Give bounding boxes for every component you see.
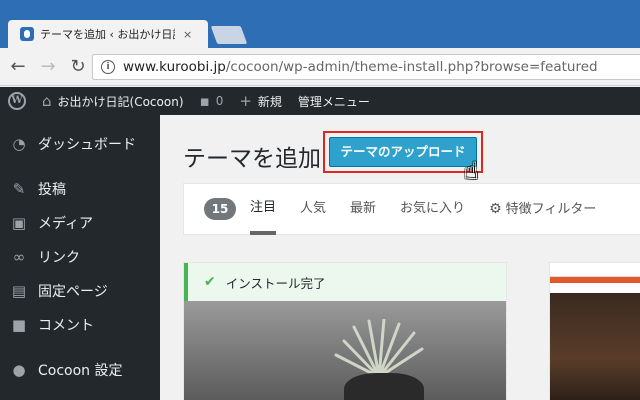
page-icon: ▤ bbox=[11, 282, 27, 300]
sidebar-item-posts[interactable]: ✎ 投稿 bbox=[0, 172, 160, 206]
tab-popular[interactable]: 人気 bbox=[300, 183, 326, 235]
site-name-link[interactable]: ⌂ お出かけ日記(Cocoon) bbox=[42, 92, 184, 110]
comment-bubble-icon: ▪ bbox=[199, 92, 210, 110]
theme-2-header bbox=[550, 263, 640, 277]
theme-screenshot[interactable] bbox=[184, 301, 506, 400]
pot-image bbox=[344, 373, 424, 400]
home-icon: ⌂ bbox=[42, 92, 52, 110]
tab-close-icon[interactable]: × bbox=[183, 28, 192, 41]
page-title: テーマを追加 bbox=[183, 146, 321, 172]
theme-2-bar bbox=[550, 277, 640, 283]
url-path: /cocoon/wp-admin/theme-install.php?brows… bbox=[225, 59, 598, 75]
wp-admin-bar: W ⌂ お出かけ日記(Cocoon) ▪ 0 + 新規 管理メニュー bbox=[0, 87, 640, 115]
theme-2-screenshot bbox=[550, 293, 640, 400]
favicon-icon bbox=[20, 27, 34, 41]
url-text[interactable]: www.kuroobi.jp/cocoon/wp-admin/theme-ins… bbox=[123, 59, 598, 75]
admin-sidebar: ◔ ダッシュボード ✎ 投稿 ▣ メディア ∞ リンク ▤ 固定ページ ■ コメ… bbox=[0, 115, 160, 400]
sidebar-item-comments[interactable]: ■ コメント bbox=[0, 308, 160, 342]
tab-title: テーマを追加 ‹ お出かけ日記 bbox=[40, 28, 175, 41]
info-icon[interactable]: i bbox=[101, 60, 115, 74]
dashboard-icon: ◔ bbox=[12, 135, 26, 153]
sidebar-item-label: 投稿 bbox=[38, 182, 66, 198]
sidebar-item-pages[interactable]: ▤ 固定ページ bbox=[0, 274, 160, 308]
media-icon: ▣ bbox=[11, 214, 27, 232]
tab-latest[interactable]: 最新 bbox=[350, 183, 376, 235]
pin-icon: ✎ bbox=[12, 180, 26, 198]
site-name: お出かけ日記(Cocoon) bbox=[57, 94, 184, 109]
sidebar-item-label: Cocoon 設定 bbox=[38, 363, 123, 379]
url-host: www.kuroobi.jp bbox=[123, 59, 226, 75]
sidebar-item-dashboard[interactable]: ◔ ダッシュボード bbox=[0, 127, 160, 161]
sidebar-item-cocoon-settings[interactable]: ● Cocoon 設定 bbox=[0, 353, 160, 387]
cocoon-icon: ● bbox=[12, 361, 26, 379]
main-content: テーマを追加 テーマのアップロード ☝ 15 注目 人気 最新 お気に入り ⚙ 特… bbox=[160, 115, 640, 400]
new-content-link[interactable]: + 新規 bbox=[239, 92, 282, 110]
new-tab-button[interactable] bbox=[210, 26, 248, 44]
install-complete-notice: ✔ インストール完了 bbox=[184, 263, 506, 301]
sidebar-item-links[interactable]: ∞ リンク bbox=[0, 240, 160, 274]
address-bar[interactable]: i www.kuroobi.jp/cocoon/wp-admin/theme-i… bbox=[92, 54, 640, 80]
hand-cursor-icon: ☝ bbox=[464, 157, 479, 185]
sidebar-item-media[interactable]: ▣ メディア bbox=[0, 206, 160, 240]
wordpress-logo-icon[interactable]: W bbox=[8, 92, 26, 110]
sidebar-item-label: コメント bbox=[38, 318, 94, 334]
sidebar-item-label: メディア bbox=[38, 216, 94, 232]
comments-link[interactable]: ▪ 0 bbox=[200, 92, 224, 110]
browser-tabstrip: テーマを追加 ‹ お出かけ日記 × bbox=[0, 0, 640, 48]
feature-filter-label: 特徴フィルター bbox=[505, 202, 597, 217]
theme-card-2[interactable] bbox=[549, 262, 640, 400]
browser-tab-active[interactable]: テーマを追加 ‹ お出かけ日記 × bbox=[8, 20, 208, 48]
tab-favorites[interactable]: お気に入り bbox=[400, 183, 465, 235]
tab-featured[interactable]: 注目 bbox=[250, 183, 277, 235]
gear-icon: ⚙ bbox=[489, 201, 502, 217]
sidebar-item-label: 固定ページ bbox=[38, 284, 108, 300]
upload-theme-button[interactable]: テーマのアップロード bbox=[329, 137, 477, 167]
plus-icon: + bbox=[239, 92, 252, 110]
sidebar-item-label: リンク bbox=[38, 250, 80, 266]
comments-count: 0 bbox=[215, 94, 224, 108]
plant-image bbox=[334, 319, 424, 379]
install-notice-text: インストール完了 bbox=[225, 275, 326, 291]
feature-filter-link[interactable]: ⚙ 特徴フィルター bbox=[489, 183, 596, 235]
forward-arrow-icon[interactable]: → bbox=[36, 55, 60, 79]
back-arrow-icon[interactable]: ← bbox=[6, 55, 30, 79]
link-icon: ∞ bbox=[12, 248, 26, 266]
theme-count-badge: 15 bbox=[204, 198, 236, 220]
check-icon: ✔ bbox=[204, 274, 216, 290]
new-label: 新規 bbox=[257, 94, 282, 109]
theme-filter-bar: 15 注目 人気 最新 お気に入り ⚙ 特徴フィルター bbox=[183, 183, 640, 235]
browser-toolbar: ← → ↻ i www.kuroobi.jp/cocoon/wp-admin/t… bbox=[0, 48, 640, 86]
reload-icon[interactable]: ↻ bbox=[66, 55, 90, 79]
admin-menu-link[interactable]: 管理メニュー bbox=[298, 93, 370, 110]
comment-icon: ■ bbox=[11, 316, 27, 334]
theme-card[interactable]: ✔ インストール完了 bbox=[183, 262, 507, 400]
sidebar-item-label: ダッシュボード bbox=[38, 137, 136, 153]
